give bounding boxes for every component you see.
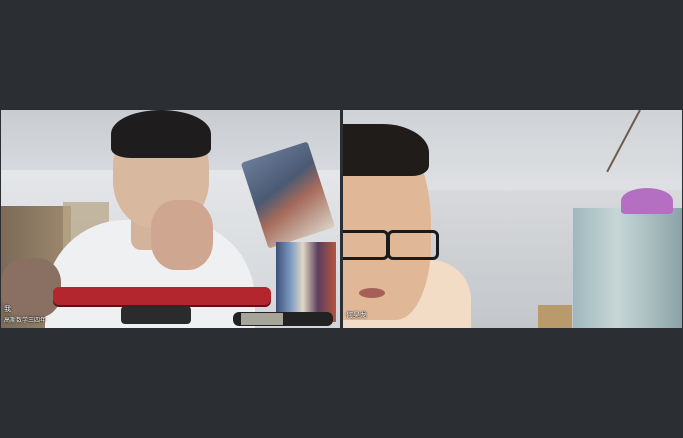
participant-subtitle-label: 高斯数学三四年 bbox=[4, 317, 47, 324]
video-call-stage: 我 高斯数学三四年 何昊龙 bbox=[0, 0, 683, 438]
participant-video-tile-self[interactable]: 我 高斯数学三四年 bbox=[1, 110, 340, 328]
participant-name-label: 我 bbox=[4, 305, 11, 313]
participant-video-tile-remote[interactable]: 何昊龙 bbox=[343, 110, 682, 328]
participant-name-label: 何昊龙 bbox=[346, 311, 367, 319]
